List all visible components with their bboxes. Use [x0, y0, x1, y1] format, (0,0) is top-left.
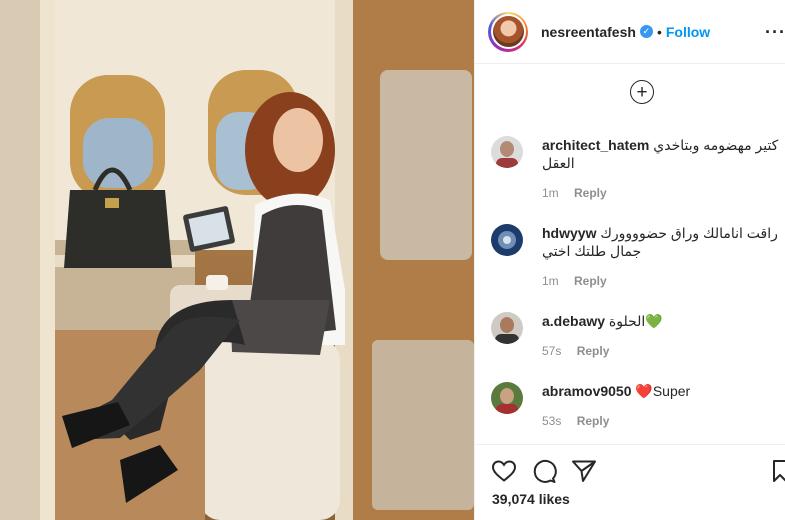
comment-meta: 57s Reply: [542, 344, 609, 358]
comment-body: abramov9050 ❤️Super: [542, 382, 782, 400]
reply-button[interactable]: Reply: [577, 414, 610, 428]
separator-dot: •: [656, 23, 662, 40]
post-actions: 39,074 likes: [475, 444, 785, 520]
comment-time: 1m: [542, 186, 559, 200]
red-heart-emoji: ❤️: [635, 383, 653, 399]
post-photo[interactable]: [0, 0, 474, 520]
comment-text: الحلوة: [608, 313, 646, 329]
comment-body: architect_hatem كتير مهضومه وبتاخدي العق…: [542, 136, 782, 172]
comment-text: Super: [652, 383, 691, 399]
comment-meta: 1m Reply: [542, 186, 607, 200]
follow-button[interactable]: Follow: [666, 24, 710, 40]
green-heart-emoji: 💚: [645, 313, 663, 329]
plus-circle-icon[interactable]: +: [630, 80, 654, 104]
comment-username[interactable]: abramov9050: [542, 383, 632, 399]
reply-button[interactable]: Reply: [574, 186, 607, 200]
bookmark-icon[interactable]: [772, 459, 785, 483]
comment-username[interactable]: architect_hatem: [542, 137, 649, 153]
verified-badge-icon: ✓: [639, 25, 653, 38]
cabin-illustration: [0, 0, 474, 520]
post-sidebar: nesreentafesh ✓ • Follow ··· + architect…: [474, 0, 785, 520]
comment-meta: 53s Reply: [542, 414, 609, 428]
comment-bubble-icon[interactable]: [531, 459, 557, 483]
comment-time: 53s: [542, 414, 562, 428]
paper-plane-icon[interactable]: [571, 459, 597, 483]
profile-avatar[interactable]: [488, 11, 528, 52]
commenter-avatar[interactable]: [491, 382, 523, 414]
commenter-avatar[interactable]: [491, 136, 523, 168]
profile-username[interactable]: nesreentafesh: [541, 24, 636, 40]
comment-time: 57s: [542, 344, 562, 358]
comment-time: 1m: [542, 274, 559, 288]
comment-meta: 1m Reply: [542, 274, 607, 288]
comment-body: a.debawy الحلوة💚: [542, 312, 782, 330]
heart-icon[interactable]: [491, 459, 517, 483]
comment-username[interactable]: a.debawy: [542, 313, 605, 329]
post-header: nesreentafesh ✓ • Follow ···: [475, 0, 785, 64]
likes-count[interactable]: 39,074 likes: [492, 491, 570, 507]
comment-body: hdwyyw راقت انامالك وراق حضوووورك جمال ط…: [542, 224, 782, 260]
reply-button[interactable]: Reply: [577, 344, 610, 358]
reply-button[interactable]: Reply: [574, 274, 607, 288]
comment-username[interactable]: hdwyyw: [542, 225, 596, 241]
more-options-icon[interactable]: ···: [765, 22, 785, 43]
commenter-avatar[interactable]: [491, 312, 523, 344]
commenter-avatar[interactable]: [491, 224, 523, 256]
